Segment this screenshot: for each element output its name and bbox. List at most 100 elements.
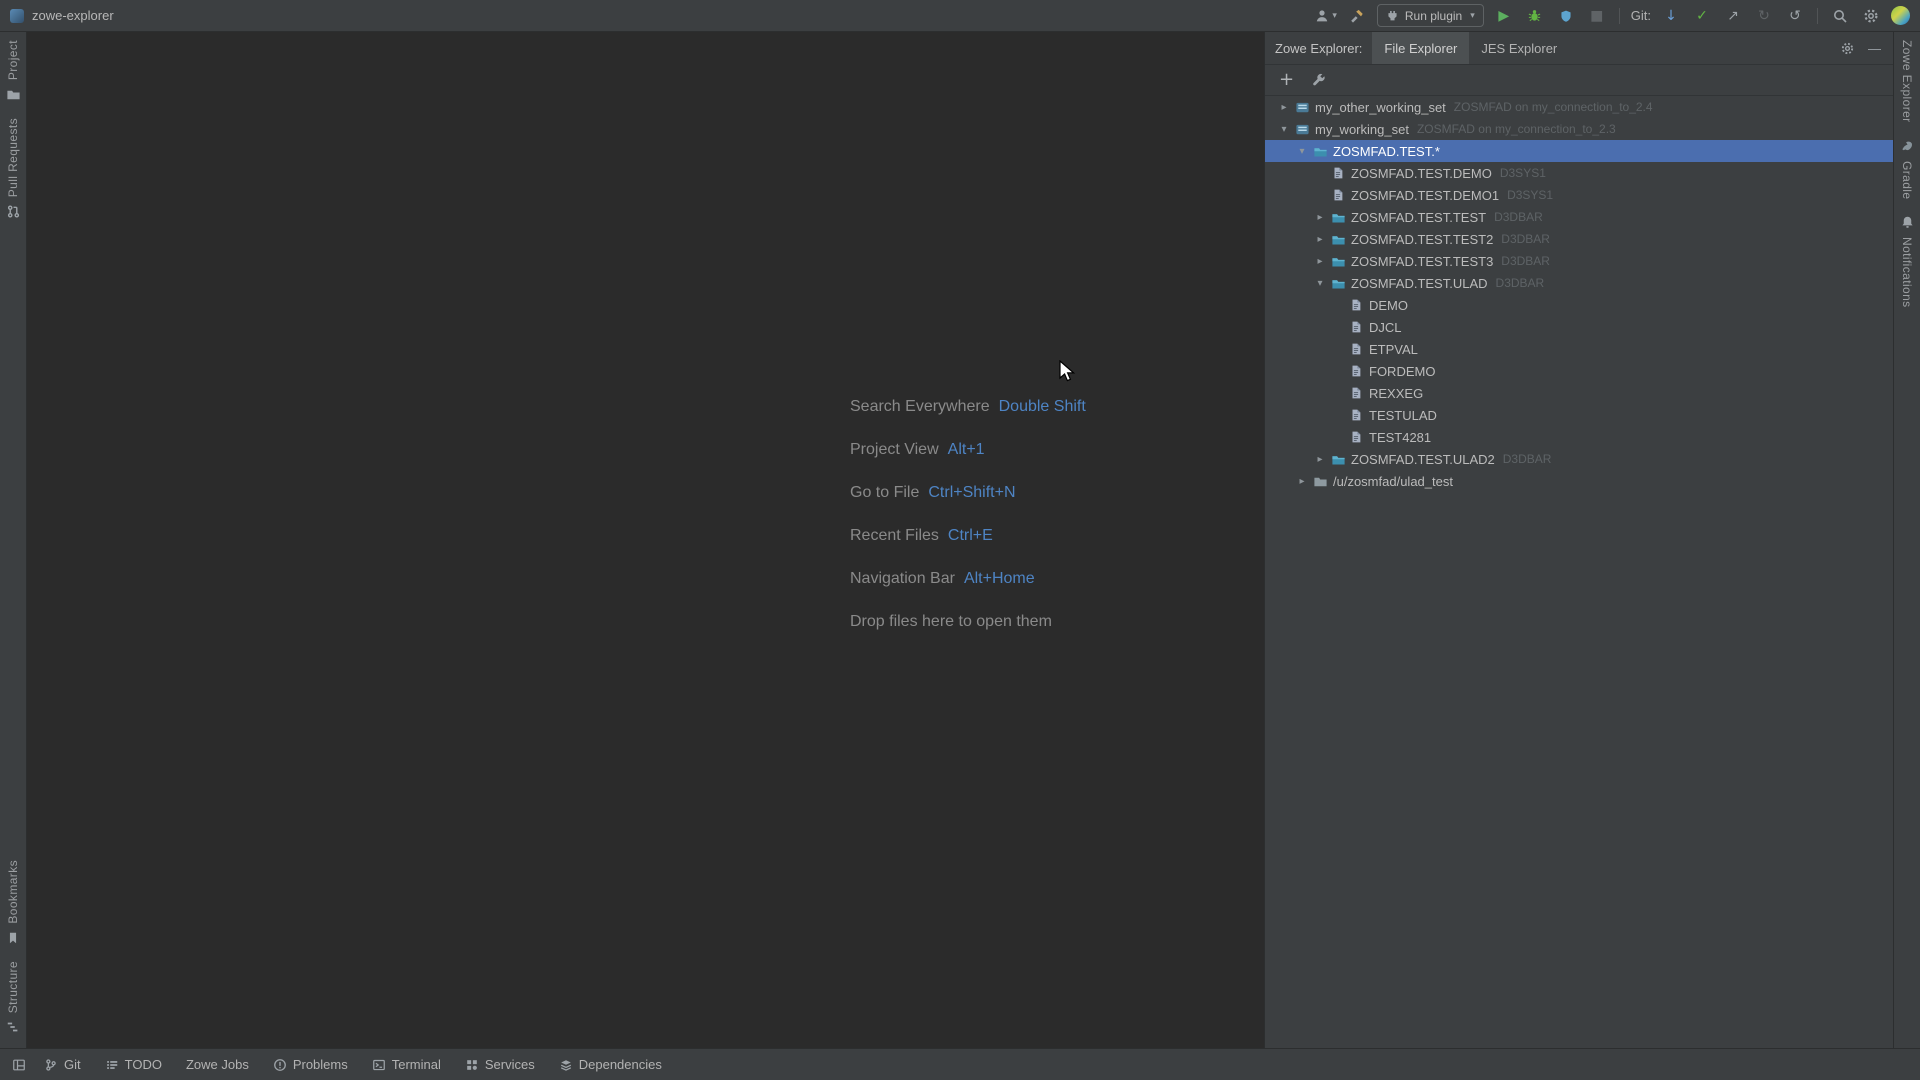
editor-area[interactable]: Search EverywhereDouble Shift Project Vie… <box>27 32 1264 1048</box>
chevron-down-icon[interactable]: ▾ <box>1311 278 1329 289</box>
vcs-commit-button[interactable]: ✓ <box>1691 5 1713 27</box>
status-bar-item-zowe-jobs[interactable]: Zowe Jobs <box>186 1057 249 1072</box>
main-area: Project Pull Requests Bookmarks Structur… <box>0 32 1920 1048</box>
tree-row-zosmfad-test-test[interactable]: ▸ZOSMFAD.TEST.TESTD3DBAR <box>1265 206 1893 228</box>
run-button[interactable]: ▶ <box>1493 5 1515 27</box>
tree-row-demo[interactable]: DEMO <box>1265 294 1893 316</box>
stripe-button-notifications[interactable]: Notifications <box>1900 215 1915 308</box>
tree-item-suffix: D3DBAR <box>1501 232 1550 246</box>
problems-icon <box>273 1058 287 1072</box>
hide-tool-window-button[interactable]: — <box>1868 42 1881 55</box>
user-avatar[interactable] <box>1891 6 1910 25</box>
toolbar-separator <box>1619 8 1620 24</box>
tree-item-suffix: D3SYS1 <box>1507 188 1553 202</box>
tree-item-suffix: D3DBAR <box>1494 210 1543 224</box>
stripe-label-pull-requests: Pull Requests <box>6 118 20 197</box>
chevron-down-icon[interactable]: ▾ <box>1293 146 1311 157</box>
stop-button[interactable]: ■ <box>1586 5 1608 27</box>
plugin-icon <box>1386 9 1399 22</box>
dependencies-icon <box>559 1058 573 1072</box>
chevron-right-icon[interactable]: ▸ <box>1311 454 1329 465</box>
coverage-button[interactable] <box>1555 5 1577 27</box>
tab-file-explorer[interactable]: File Explorer <box>1372 32 1469 64</box>
stripe-label-structure: Structure <box>6 961 20 1013</box>
title-bar: zowe-explorer ▾ Run plugin ▾ ▶ <box>0 0 1920 32</box>
stripe-label-notifications: Notifications <box>1900 237 1914 308</box>
tree-row-my-other-working-set[interactable]: ▸my_other_working_setZOSMFAD on my_conne… <box>1265 96 1893 118</box>
tool-window-switcher-icon[interactable] <box>12 1058 26 1072</box>
add-working-set-button[interactable]: + <box>1279 71 1294 89</box>
debug-button[interactable] <box>1524 5 1546 27</box>
toolbar-separator <box>1817 8 1818 24</box>
vcs-refresh-button[interactable]: ↻ <box>1753 5 1775 27</box>
user-menu-button[interactable]: ▾ <box>1314 5 1337 27</box>
tree-row-zosmfad-test-demo[interactable]: ZOSMFAD.TEST.DEMOD3SYS1 <box>1265 162 1893 184</box>
tree-row-djcl[interactable]: DJCL <box>1265 316 1893 338</box>
chevron-down-icon[interactable]: ▾ <box>1275 124 1293 135</box>
tree-row-zosmfad-test-demo1[interactable]: ZOSMFAD.TEST.DEMO1D3SYS1 <box>1265 184 1893 206</box>
vcs-update-button[interactable]: ↓ <box>1660 5 1682 27</box>
status-bar-item-services[interactable]: Services <box>465 1057 535 1072</box>
tree-row-zosmfad-test-test2[interactable]: ▸ ZOSMFAD.TEST.TEST2 D3DBAR <box>1265 228 1893 250</box>
tree-row-test4281[interactable]: TEST4281 <box>1265 426 1893 448</box>
status-bar-item-label: Terminal <box>392 1057 441 1072</box>
tree-row-zosmfad-test[interactable]: ▾ZOSMFAD.TEST.* <box>1265 140 1893 162</box>
status-bar-item-terminal[interactable]: Terminal <box>372 1057 441 1072</box>
stripe-button-gradle[interactable]: Gradle <box>1900 139 1915 199</box>
tree-item-label: ZOSMFAD.TEST.TEST2 <box>1351 232 1493 247</box>
member-icon <box>1347 297 1365 313</box>
shortcut-hint-row: Search EverywhereDouble Shift <box>850 385 1086 428</box>
chevron-right-icon[interactable]: ▸ <box>1275 102 1293 113</box>
git-label: Git: <box>1631 8 1651 23</box>
vcs-push-button[interactable]: ↗ <box>1722 5 1744 27</box>
status-bar-item-todo[interactable]: TODO <box>105 1057 162 1072</box>
member-icon <box>1347 407 1365 423</box>
tree-row-etpval[interactable]: ETPVAL <box>1265 338 1893 360</box>
tab-jes-explorer[interactable]: JES Explorer <box>1469 32 1569 64</box>
run-configuration-select[interactable]: Run plugin ▾ <box>1377 4 1484 27</box>
hint-action-label: Drop files here to open them <box>850 613 1052 631</box>
status-bar-item-problems[interactable]: Problems <box>273 1057 348 1072</box>
tree-row-rexxeg[interactable]: REXXEG <box>1265 382 1893 404</box>
tree-row-zosmfad-test-ulad[interactable]: ▾ ZOSMFAD.TEST.ULAD D3DBAR <box>1265 272 1893 294</box>
status-bar-item-git[interactable]: Git <box>44 1057 81 1072</box>
chevron-down-icon: ▾ <box>1470 11 1475 21</box>
tree-row-zosmfad-test-test3[interactable]: ▸ZOSMFAD.TEST.TEST3D3DBAR <box>1265 250 1893 272</box>
tree-row-u-zosmfad-ulad-test[interactable]: ▸/u/zosmfad/ulad_test <box>1265 470 1893 492</box>
tree-row-testulad[interactable]: TESTULAD <box>1265 404 1893 426</box>
chevron-right-icon[interactable]: ▸ <box>1311 256 1329 267</box>
stripe-button-bookmarks[interactable]: Bookmarks <box>6 860 20 945</box>
member-icon <box>1347 341 1365 357</box>
tree-item-label: my_working_set <box>1315 122 1409 137</box>
drop-files-hint: Drop files here to open them <box>850 600 1086 643</box>
indent-spacer <box>1265 217 1311 218</box>
stripe-button-project[interactable]: Project <box>6 40 21 102</box>
stripe-button-zowe-explorer[interactable]: Zowe Explorer <box>1900 40 1914 123</box>
tool-window-settings-button[interactable] <box>1840 41 1855 56</box>
status-bar: Git TODO Zowe Jobs Problems Terminal Services… <box>0 1048 1920 1080</box>
tree-row-fordemo[interactable]: FORDEMO <box>1265 360 1893 382</box>
tree-item-suffix: D3DBAR <box>1496 276 1545 290</box>
hint-action-label: Project View <box>850 441 939 459</box>
stripe-label-project: Project <box>6 40 20 80</box>
stripe-button-pull-requests[interactable]: Pull Requests <box>6 118 21 219</box>
chevron-right-icon[interactable]: ▸ <box>1311 234 1329 245</box>
indent-spacer <box>1265 327 1329 328</box>
search-everywhere-button[interactable] <box>1829 5 1851 27</box>
git-branch-icon <box>44 1058 58 1072</box>
vcs-rollback-button[interactable]: ↺ <box>1784 5 1806 27</box>
build-project-button[interactable] <box>1346 5 1368 27</box>
stripe-button-structure[interactable]: Structure <box>6 961 20 1034</box>
chevron-right-icon[interactable]: ▸ <box>1311 212 1329 223</box>
edit-settings-button[interactable] <box>1311 73 1326 88</box>
indent-spacer <box>1265 173 1311 174</box>
chevron-right-icon[interactable]: ▸ <box>1293 476 1311 487</box>
tree-row-my-working-set[interactable]: ▾my_working_setZOSMFAD on my_connection_… <box>1265 118 1893 140</box>
indent-spacer <box>1265 415 1329 416</box>
indent-spacer <box>1265 393 1329 394</box>
tree-item-label: ZOSMFAD.TEST.ULAD <box>1351 276 1488 291</box>
tree-row-zosmfad-test-ulad2[interactable]: ▸ZOSMFAD.TEST.ULAD2D3DBAR <box>1265 448 1893 470</box>
settings-button[interactable] <box>1860 5 1882 27</box>
status-bar-item-dependencies[interactable]: Dependencies <box>559 1057 662 1072</box>
services-icon <box>465 1058 479 1072</box>
